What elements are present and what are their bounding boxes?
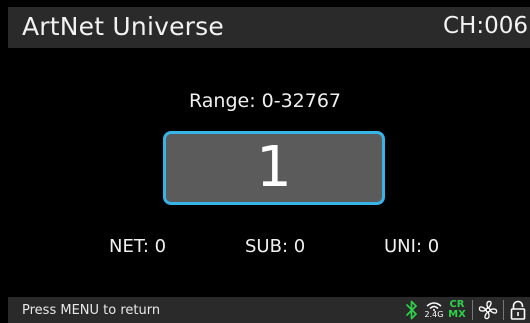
wifi-icon: 2.4G bbox=[422, 297, 446, 323]
wifi-band-label: 2.4G bbox=[424, 310, 444, 319]
return-hint: Press MENU to return bbox=[22, 303, 161, 318]
channel-indicator: CH:006 bbox=[442, 13, 528, 39]
uni-value: UNI: 0 bbox=[384, 236, 440, 257]
universe-value: 1 bbox=[256, 135, 292, 200]
page-title: ArtNet Universe bbox=[22, 12, 224, 41]
header-bar: ArtNet Universe CH:006 bbox=[8, 7, 530, 48]
crmx-icon: CR MX bbox=[446, 297, 468, 323]
crmx-bottom-label: MX bbox=[448, 309, 466, 320]
status-bar: Press MENU to return 2.4G CR MX bbox=[8, 297, 530, 323]
bluetooth-icon bbox=[402, 297, 422, 323]
screen: ArtNet Universe CH:006 Range: 0-32767 1 … bbox=[0, 0, 530, 323]
net-value: NET: 0 bbox=[109, 236, 167, 257]
universe-value-field[interactable]: 1 bbox=[163, 131, 385, 205]
status-divider bbox=[503, 300, 504, 320]
fan-icon bbox=[477, 297, 499, 323]
unlock-icon bbox=[508, 297, 528, 323]
status-icons: 2.4G CR MX bbox=[402, 297, 530, 323]
status-divider bbox=[472, 300, 473, 320]
range-label: Range: 0-32767 bbox=[188, 90, 342, 112]
sub-value: SUB: 0 bbox=[245, 236, 306, 257]
